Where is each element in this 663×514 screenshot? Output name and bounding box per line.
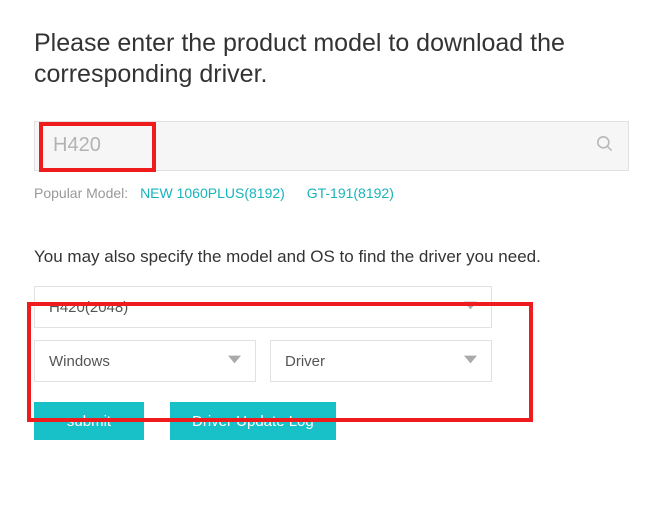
driver-update-log-button[interactable]: Driver Update Log	[170, 402, 336, 440]
search-container	[34, 121, 629, 171]
type-select-value: Driver	[285, 353, 325, 370]
button-row: submit Driver Update Log	[34, 402, 629, 440]
model-select[interactable]: H420(2048)	[34, 286, 492, 328]
os-select-value: Windows	[49, 353, 110, 370]
search-icon[interactable]	[595, 134, 614, 158]
selectors: H420(2048) Windows Driver	[34, 286, 629, 382]
os-select[interactable]: Windows	[34, 340, 256, 382]
submit-button[interactable]: submit	[34, 402, 144, 440]
model-select-value: H420(2048)	[49, 299, 128, 316]
subtitle: You may also specify the model and OS to…	[34, 246, 629, 269]
chevron-down-icon	[464, 299, 477, 316]
popular-models: Popular Model: NEW 1060PLUS(8192) GT-191…	[34, 185, 629, 201]
popular-label: Popular Model:	[34, 185, 128, 201]
chevron-down-icon	[228, 353, 241, 370]
model-search-input[interactable]	[35, 122, 628, 170]
popular-link-1[interactable]: GT-191(8192)	[307, 185, 394, 201]
page-title: Please enter the product model to downlo…	[34, 28, 629, 91]
type-select[interactable]: Driver	[270, 340, 492, 382]
popular-link-0[interactable]: NEW 1060PLUS(8192)	[140, 185, 285, 201]
chevron-down-icon	[464, 353, 477, 370]
